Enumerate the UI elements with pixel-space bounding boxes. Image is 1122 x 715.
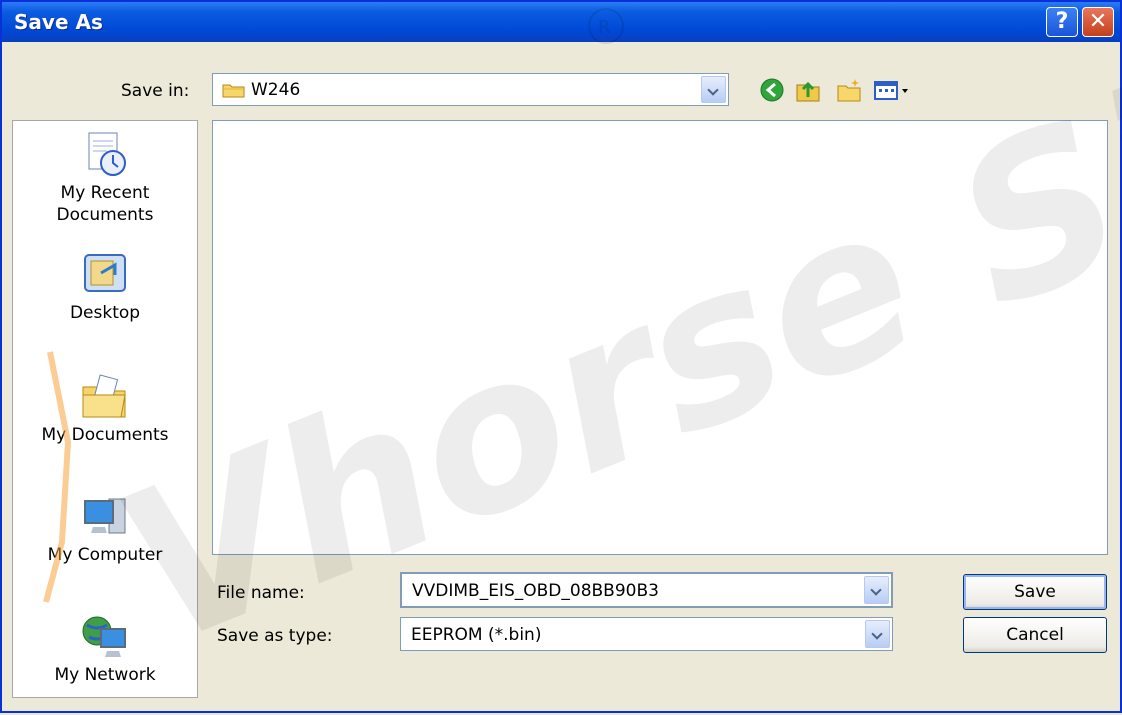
place-label: My Computer bbox=[47, 545, 163, 565]
file-name-dropdown-arrow[interactable] bbox=[864, 576, 889, 604]
save-in-value: W246 bbox=[251, 80, 301, 100]
save-as-type-dropdown-arrow[interactable] bbox=[865, 620, 890, 648]
save-in-dropdown[interactable]: W246 bbox=[212, 73, 729, 106]
place-my-computer[interactable]: My Computer bbox=[13, 493, 197, 566]
places-bar: My Recent Documents Desktop My Documents… bbox=[12, 120, 198, 698]
cancel-button[interactable]: Cancel bbox=[963, 617, 1107, 653]
place-desktop[interactable]: Desktop bbox=[13, 251, 197, 324]
my-network-icon bbox=[81, 613, 129, 661]
folder-icon bbox=[222, 82, 246, 98]
save-in-label: Save in: bbox=[121, 81, 190, 101]
save-as-type-label: Save as type: bbox=[217, 626, 333, 646]
my-computer-icon bbox=[81, 493, 129, 541]
title-bar[interactable]: Save As ? ✕ bbox=[2, 2, 1120, 42]
place-my-network[interactable]: My Network bbox=[13, 613, 197, 686]
file-list-view[interactable] bbox=[212, 120, 1108, 555]
place-my-recent-documents[interactable]: My Recent Documents bbox=[13, 131, 197, 226]
save-in-dropdown-arrow[interactable] bbox=[701, 76, 726, 103]
recent-documents-icon bbox=[81, 131, 129, 179]
window-title: Save As bbox=[14, 10, 103, 34]
save-as-type-value: EEPROM (*.bin) bbox=[411, 625, 542, 645]
file-name-label: File name: bbox=[217, 583, 305, 603]
save-button[interactable]: Save bbox=[963, 574, 1107, 610]
my-documents-icon bbox=[81, 373, 129, 421]
place-label: My Recent Documents bbox=[56, 183, 154, 225]
new-folder-icon[interactable] bbox=[836, 77, 862, 103]
save-as-dialog: Save As ? ✕ Save in: W246 My Recent Docu… bbox=[0, 0, 1122, 713]
close-button[interactable]: ✕ bbox=[1082, 7, 1114, 37]
up-folder-icon[interactable] bbox=[795, 77, 821, 103]
place-my-documents[interactable]: My Documents bbox=[13, 373, 197, 446]
save-as-type-dropdown[interactable]: EEPROM (*.bin) bbox=[400, 617, 893, 651]
views-menu-icon[interactable] bbox=[873, 77, 913, 103]
place-label: My Documents bbox=[41, 425, 169, 445]
place-label: Desktop bbox=[69, 303, 141, 323]
desktop-icon bbox=[81, 251, 129, 299]
place-label: My Network bbox=[54, 665, 156, 685]
file-name-input[interactable]: VVDIMB_EIS_OBD_08BB90B3 bbox=[400, 572, 893, 608]
file-name-value: VVDIMB_EIS_OBD_08BB90B3 bbox=[412, 581, 659, 601]
help-button[interactable]: ? bbox=[1046, 7, 1078, 37]
back-arrow-icon[interactable] bbox=[759, 77, 785, 103]
